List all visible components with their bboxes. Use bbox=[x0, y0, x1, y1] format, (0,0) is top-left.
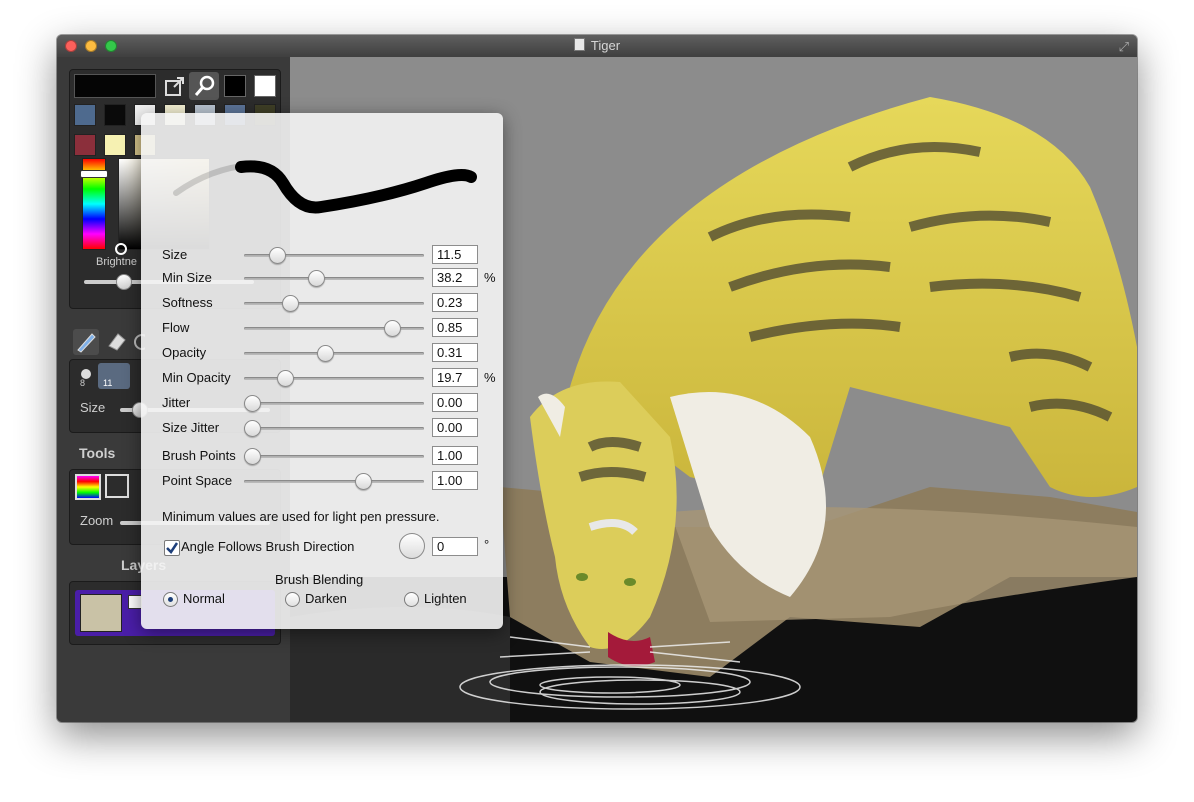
slider-thumb-flow[interactable] bbox=[384, 320, 402, 337]
tools-title: Tools bbox=[79, 445, 116, 461]
eraser-icon[interactable] bbox=[105, 329, 129, 353]
slider-track-brush-points[interactable] bbox=[244, 455, 424, 458]
title-bar: Tiger ⤢ bbox=[57, 35, 1137, 58]
slider-value-point-space[interactable]: 1.00 bbox=[432, 471, 478, 490]
slider-thumb-min-size[interactable] bbox=[308, 270, 326, 287]
slider-label-opacity: Opacity bbox=[162, 345, 207, 360]
slider-label-point-space: Point Space bbox=[162, 473, 233, 488]
color-swatch[interactable] bbox=[74, 104, 96, 126]
angle-value-input[interactable]: 0 bbox=[432, 537, 478, 556]
brush-preset-badge: 8 bbox=[80, 378, 86, 388]
gradient-tool-icon[interactable] bbox=[75, 474, 101, 500]
color-swatch[interactable] bbox=[104, 134, 126, 156]
color-swatch[interactable] bbox=[104, 104, 126, 126]
slider-thumb-size-jitter[interactable] bbox=[244, 420, 261, 437]
app-window: Tiger ⤢ Brightne 8 11 Size Tools Zoom Si… bbox=[57, 35, 1137, 722]
document-icon bbox=[573, 38, 585, 51]
slider-label-min-opacity: Min Opacity bbox=[162, 370, 231, 385]
blend-label-darken: Darken bbox=[305, 591, 347, 606]
export-icon[interactable] bbox=[164, 75, 186, 97]
slider-label-softness: Softness bbox=[162, 295, 213, 310]
slider-track-opacity[interactable] bbox=[244, 352, 424, 355]
blend-label-lighten: Lighten bbox=[424, 591, 467, 606]
slider-thumb-brush-points[interactable] bbox=[244, 448, 261, 465]
slider-track-size-jitter[interactable] bbox=[244, 427, 424, 430]
slider-value-jitter[interactable]: 0.00 bbox=[432, 393, 478, 412]
slider-thumb-point-space[interactable] bbox=[354, 473, 372, 490]
slider-unit: % bbox=[484, 270, 496, 285]
slider-unit: % bbox=[484, 370, 496, 385]
slider-value-size[interactable]: 11.5 bbox=[432, 245, 478, 264]
angle-follows-label: Angle Follows Brush Direction bbox=[181, 539, 355, 554]
slider-thumb-size[interactable] bbox=[268, 247, 286, 264]
slider-value-flow[interactable]: 0.85 bbox=[432, 318, 478, 337]
brightness-label: Brightne bbox=[96, 256, 137, 268]
blend-label-normal: Normal bbox=[183, 591, 225, 606]
window-title: Tiger bbox=[57, 38, 1137, 53]
slider-track-softness[interactable] bbox=[244, 302, 424, 305]
slider-value-opacity[interactable]: 0.31 bbox=[432, 343, 478, 362]
white-color-button[interactable] bbox=[254, 75, 276, 97]
slider-track-point-space[interactable] bbox=[244, 480, 424, 483]
slider-value-brush-points[interactable]: 1.00 bbox=[432, 446, 478, 465]
color-picker-thumb[interactable] bbox=[115, 243, 127, 255]
slider-label-size-jitter: Size Jitter bbox=[162, 420, 220, 435]
slider-thumb-opacity[interactable] bbox=[316, 345, 334, 362]
blend-radio-lighten[interactable] bbox=[404, 592, 419, 607]
angle-follows-checkbox[interactable] bbox=[164, 540, 180, 556]
black-color-button[interactable] bbox=[224, 75, 246, 97]
slider-value-softness[interactable]: 0.23 bbox=[432, 293, 478, 312]
slider-label-size: Size bbox=[162, 247, 188, 262]
angle-unit: ° bbox=[484, 537, 490, 552]
slider-thumb-jitter[interactable] bbox=[244, 395, 261, 412]
slider-label-flow: Flow bbox=[162, 320, 190, 335]
slider-track-min-size[interactable] bbox=[244, 277, 424, 280]
blend-radio-darken[interactable] bbox=[285, 592, 300, 607]
slider-value-min-size[interactable]: 38.2 bbox=[432, 268, 478, 287]
brush-settings-popover: Size 11.5 Min Size 38.2% Softness 0.23 Flow 0.8… bbox=[141, 113, 503, 629]
fullscreen-icon[interactable]: ⤢ bbox=[1119, 39, 1129, 55]
slider-label-jitter: Jitter bbox=[162, 395, 191, 410]
slider-label-min-size: Min Size bbox=[162, 270, 212, 285]
color-swatch[interactable] bbox=[74, 134, 96, 156]
brush-preset-badge-selected: 11 bbox=[103, 378, 113, 388]
layer-thumbnail bbox=[80, 594, 122, 632]
brush-blending-title: Brush Blending bbox=[275, 572, 364, 587]
pressure-note: Minimum values are used for light pen pr… bbox=[162, 509, 440, 524]
slider-thumb-softness[interactable] bbox=[281, 295, 299, 312]
slider-value-size-jitter[interactable]: 0.00 bbox=[432, 418, 478, 437]
blend-radio-normal[interactable] bbox=[163, 592, 178, 607]
slider-label-brush-points: Brush Points bbox=[162, 448, 236, 463]
slider-value-min-opacity[interactable]: 19.7 bbox=[432, 368, 478, 387]
layer-visibility-checkbox[interactable] bbox=[128, 595, 142, 609]
slider-track-min-opacity[interactable] bbox=[244, 377, 424, 380]
zoom-label: Zoom bbox=[80, 513, 114, 528]
brightness-slider-thumb[interactable] bbox=[116, 274, 132, 290]
brush-size-label: Size bbox=[80, 400, 106, 415]
slider-thumb-min-opacity[interactable] bbox=[277, 370, 294, 387]
pencil-icon[interactable] bbox=[73, 329, 99, 355]
angle-dial[interactable] bbox=[399, 533, 425, 559]
checkmark-icon bbox=[166, 542, 179, 554]
window-title-text: Tiger bbox=[590, 38, 621, 53]
transform-tool-icon[interactable] bbox=[105, 474, 129, 498]
slider-track-jitter[interactable] bbox=[244, 402, 424, 405]
brush-stroke-preview bbox=[173, 160, 477, 214]
magnifier-icon[interactable] bbox=[193, 74, 217, 98]
current-color-well[interactable] bbox=[74, 74, 156, 98]
hue-slider-thumb[interactable] bbox=[80, 170, 108, 178]
